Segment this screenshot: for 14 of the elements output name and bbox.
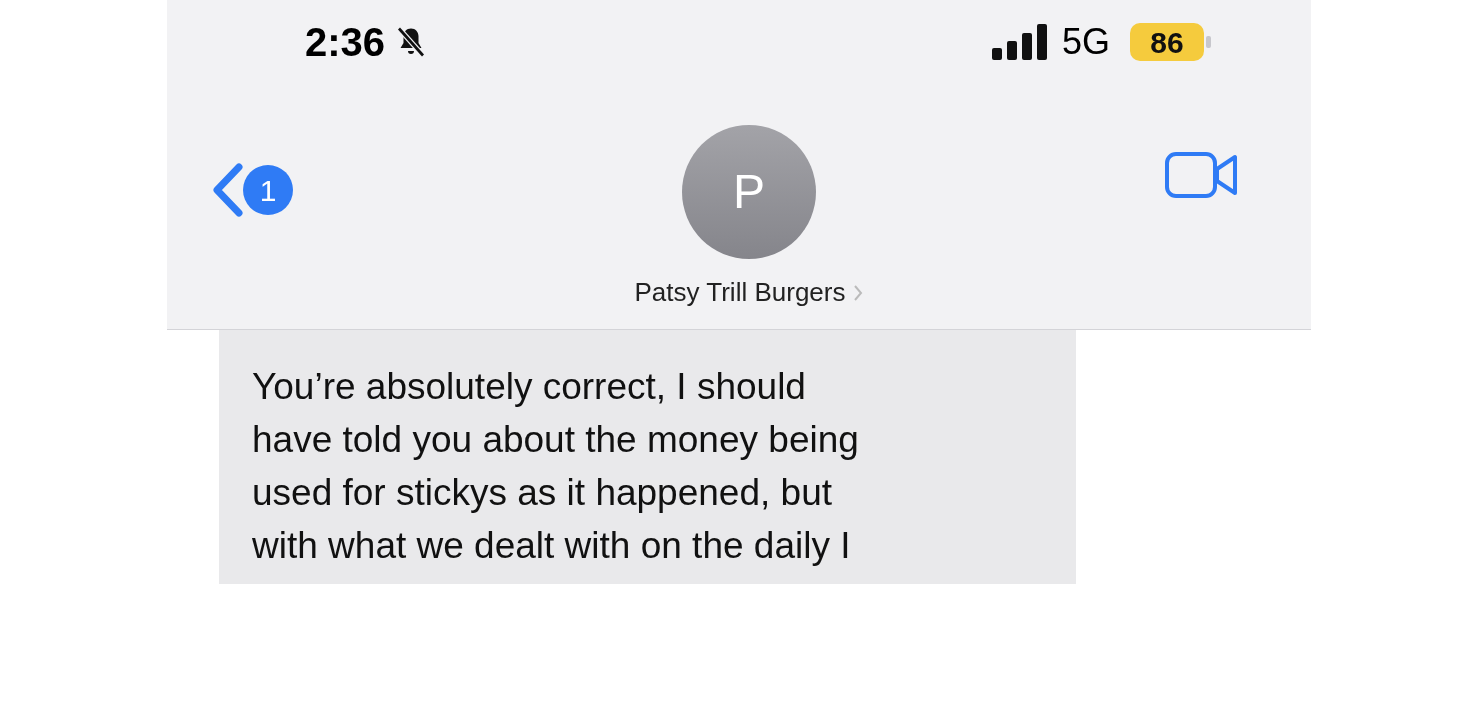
- contact-name-button[interactable]: Patsy Trill Burgers: [634, 273, 864, 312]
- back-chevron-icon: [211, 163, 245, 217]
- back-button[interactable]: 1: [211, 163, 293, 217]
- battery-cap-icon: [1206, 36, 1211, 48]
- signal-icon: [991, 24, 1050, 60]
- message-text: You’re absolutely correct, I should have told you about the money being used for stickys as it happened, but with what we dealt with on the daily I: [252, 365, 860, 568]
- video-camera-icon: [1165, 151, 1239, 199]
- unread-badge: 1: [243, 165, 293, 215]
- status-time: 2:36: [305, 19, 386, 66]
- chevron-right-icon: [853, 283, 864, 302]
- battery-level: 86: [1130, 23, 1204, 61]
- video-call-button[interactable]: [1165, 151, 1239, 199]
- avatar: P: [682, 125, 816, 259]
- network-label: 5G: [1061, 20, 1110, 64]
